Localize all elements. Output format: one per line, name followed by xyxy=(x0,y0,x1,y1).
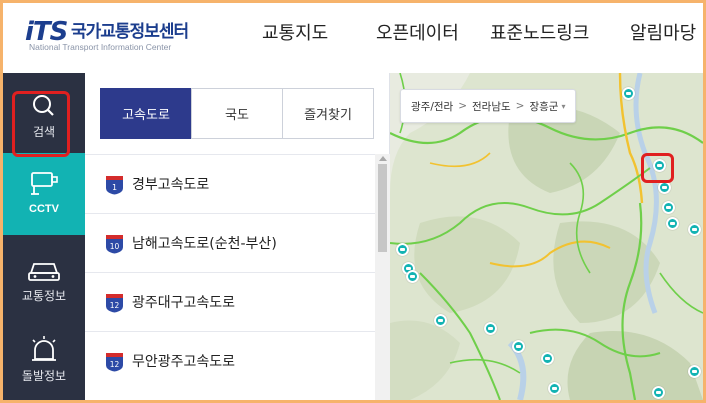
shield-number: 10 xyxy=(110,242,120,251)
car-icon xyxy=(28,263,60,281)
sidebar-item-label: 교통정보 xyxy=(21,289,67,303)
cctv-marker[interactable] xyxy=(622,87,635,100)
cctv-marker[interactable] xyxy=(541,352,554,365)
cctv-marker[interactable] xyxy=(652,386,665,399)
cctv-marker[interactable] xyxy=(396,243,409,256)
shield-number: 1 xyxy=(112,183,117,192)
cctv-marker[interactable] xyxy=(666,217,679,230)
cctv-marker[interactable] xyxy=(548,382,561,395)
nav-notice[interactable]: 알림마당 xyxy=(630,19,696,45)
cctv-marker[interactable] xyxy=(406,270,419,283)
main-nav: 교통지도 오픈데이터 표준노드링크 알림마당 xyxy=(3,19,703,49)
expressway-shield-icon: 1 xyxy=(106,176,123,195)
road-name: 광주대구고속도로 xyxy=(132,295,236,311)
sidebar-item-incident[interactable]: 돌발정보 xyxy=(3,317,85,397)
cctv-marker[interactable] xyxy=(484,322,497,335)
road-name: 경부고속도로 xyxy=(132,177,210,193)
nav-standard-node-link[interactable]: 표준노드링크 xyxy=(490,19,589,45)
road-name: 남해고속도로(순천-부산) xyxy=(132,236,277,252)
dropdown-caret-icon[interactable]: ▾ xyxy=(561,102,565,111)
header: iTS 국가교통정보센터 National Transport Informat… xyxy=(3,3,703,73)
cctv-marker[interactable] xyxy=(434,314,447,327)
tab-favorites[interactable]: 즐겨찾기 xyxy=(282,88,374,139)
alert-siren-icon xyxy=(32,336,56,361)
cctv-marker[interactable] xyxy=(512,340,525,353)
cctv-marker[interactable] xyxy=(688,223,701,236)
cctv-marker-highlight-box xyxy=(641,153,674,183)
road-list-item[interactable]: 12 광주대구고속도로 xyxy=(85,272,375,331)
road-list-item[interactable]: 12 무안광주고속도로 xyxy=(85,331,375,390)
sidebar-item-cctv[interactable]: CCTV xyxy=(3,153,85,235)
cctv-icon xyxy=(31,172,58,195)
shield-number: 12 xyxy=(110,301,120,310)
road-list: 1 경부고속도로 10 남해고속도로(순천-부산) 12 광주대구고속도로 12… xyxy=(85,154,375,400)
breadcrumb-separator: > xyxy=(458,100,467,112)
road-list-item[interactable]: 10 남해고속도로(순천-부산) xyxy=(85,213,375,272)
cctv-marker[interactable] xyxy=(688,365,701,378)
scroll-thumb[interactable] xyxy=(378,164,387,252)
sidebar-item-traffic-info[interactable]: 교통정보 xyxy=(3,237,85,317)
app-frame: iTS 국가교통정보센터 National Transport Informat… xyxy=(3,3,703,400)
list-scrollbar[interactable] xyxy=(375,154,390,400)
cctv-marker[interactable] xyxy=(662,201,675,214)
road-list-panel: 고속도로 국도 즐겨찾기 1 경부고속도로 10 남해고속도로(순천-부산) 1… xyxy=(85,73,390,400)
cctv-highlight-box xyxy=(12,91,70,157)
expressway-shield-icon: 12 xyxy=(106,353,123,372)
sidebar-item-label: CCTV xyxy=(29,203,59,215)
expressway-shield-icon: 12 xyxy=(106,294,123,313)
breadcrumb-county[interactable]: 장흥군 xyxy=(529,99,558,114)
road-type-tabs: 고속도로 국도 즐겨찾기 xyxy=(100,88,374,139)
tab-expressway[interactable]: 고속도로 xyxy=(100,88,192,139)
shield-number: 12 xyxy=(110,360,120,369)
tab-national-road[interactable]: 국도 xyxy=(191,88,283,139)
road-name: 무안광주고속도로 xyxy=(132,354,236,370)
breadcrumb-separator: > xyxy=(515,100,525,112)
nav-traffic-map[interactable]: 교통지도 xyxy=(262,19,328,45)
expressway-shield-icon: 10 xyxy=(106,235,123,254)
map-breadcrumb[interactable]: 광주/전라 > 전라남도 > 장흥군 ▾ xyxy=(400,89,577,123)
breadcrumb-province[interactable]: 전라남도 xyxy=(472,99,511,114)
road-list-item[interactable]: 1 경부고속도로 xyxy=(85,154,375,213)
breadcrumb-region[interactable]: 광주/전라 xyxy=(411,99,453,114)
sidebar-item-label: 돌발정보 xyxy=(21,369,67,383)
traffic-map[interactable]: 광주/전라 > 전라남도 > 장흥군 ▾ xyxy=(390,73,703,400)
nav-open-data[interactable]: 오픈데이터 xyxy=(376,19,459,45)
scroll-up-arrow-icon[interactable] xyxy=(379,156,387,161)
